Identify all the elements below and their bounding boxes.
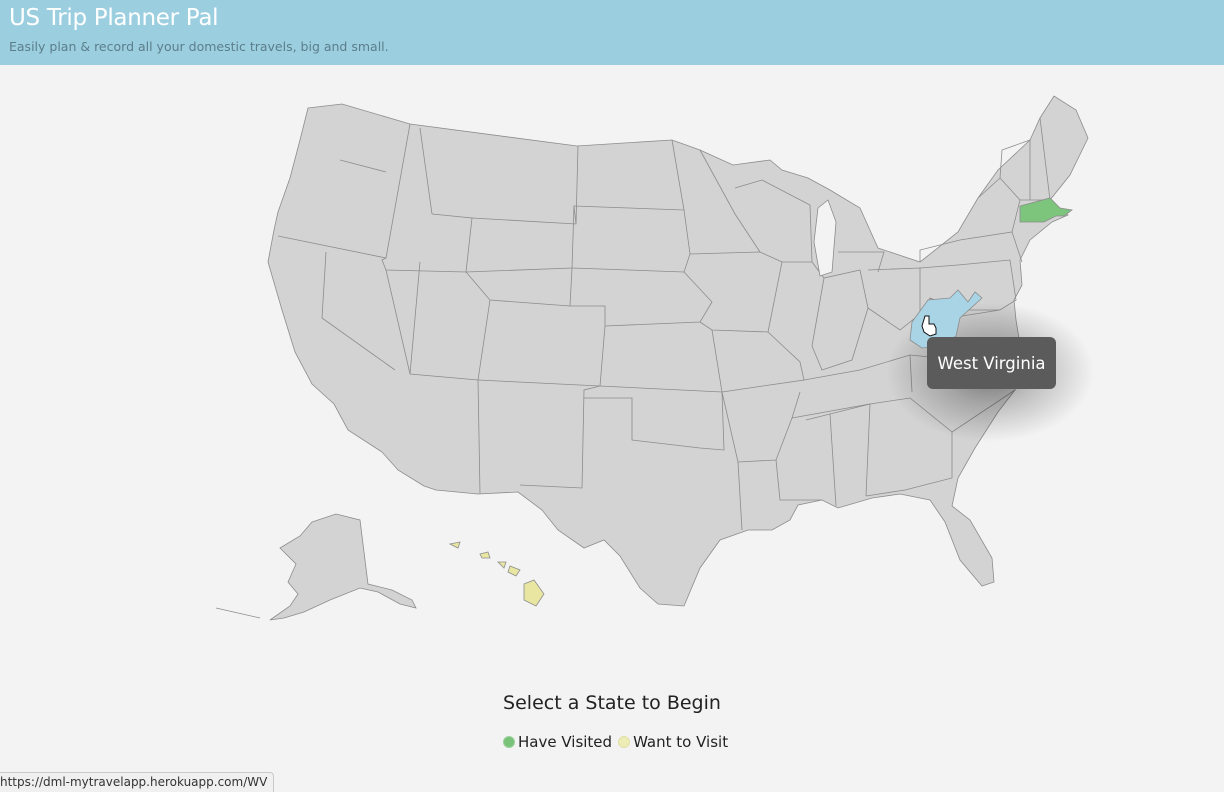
state-tooltip: West Virginia bbox=[927, 337, 1056, 389]
select-state-prompt: Select a State to Begin bbox=[503, 692, 721, 714]
map-legend: Have Visited Want to Visit bbox=[503, 732, 728, 752]
app-subtitle: Easily plan & record all your domestic t… bbox=[9, 39, 389, 54]
visited-legend-label: Have Visited bbox=[518, 733, 613, 751]
state-alaska[interactable] bbox=[269, 513, 417, 621]
state-hawaii[interactable] bbox=[448, 541, 545, 607]
visited-legend-swatch bbox=[503, 736, 515, 748]
app-title: US Trip Planner Pal bbox=[9, 5, 219, 31]
us-map: West Virginia bbox=[0, 65, 1224, 685]
app-header: US Trip Planner Pal Easily plan & record… bbox=[0, 0, 1224, 65]
want-legend-swatch bbox=[618, 736, 631, 748]
status-bar-url: https://dml-mytravelapp.herokuapp.com/WV bbox=[0, 772, 275, 792]
alaska-islands bbox=[215, 607, 261, 619]
want-legend-label: Want to Visit bbox=[633, 733, 729, 751]
